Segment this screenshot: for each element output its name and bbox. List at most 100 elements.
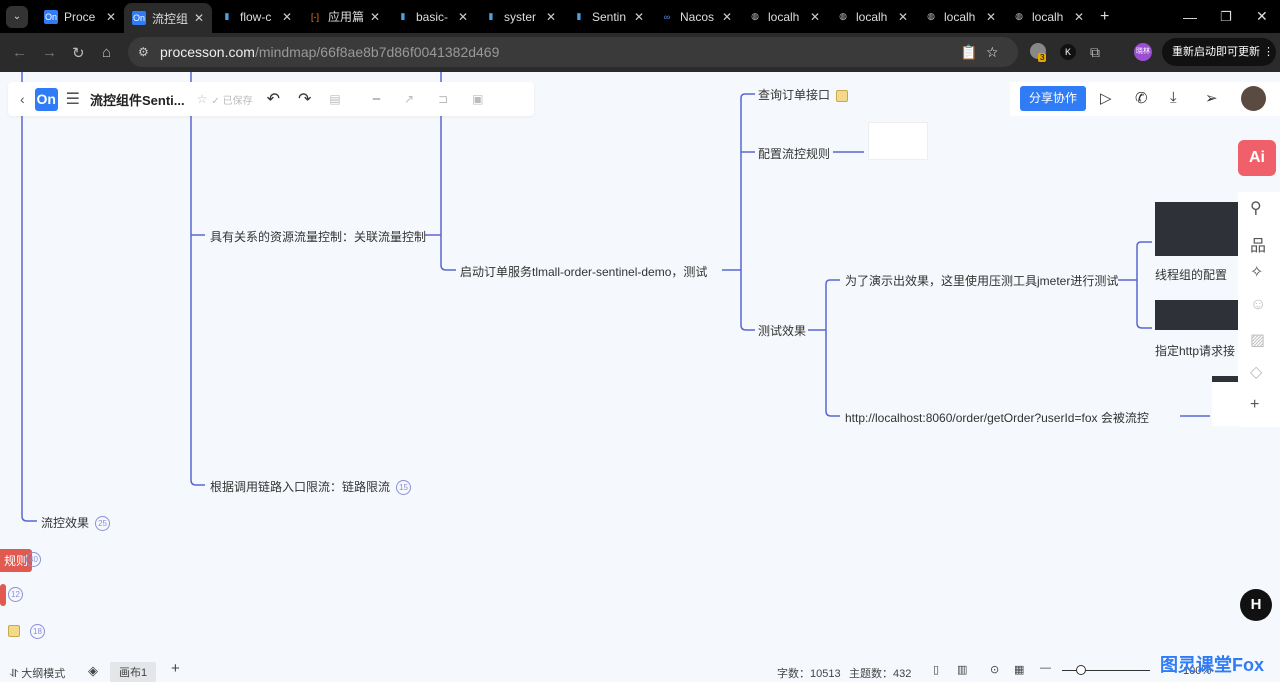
extensions-puzzle-icon[interactable]: ⧉ [1090, 44, 1100, 61]
node-localhost-url[interactable]: http://localhost:8060/order/getOrder?use… [845, 409, 1149, 426]
close-tab-icon[interactable]: ✕ [458, 10, 468, 24]
child-count-badge[interactable]: 25 [95, 516, 111, 532]
close-tab-icon[interactable]: ✕ [106, 10, 116, 24]
browser-tab[interactable]: ▮ flow-c ✕ [212, 4, 300, 30]
onmind-logo[interactable]: On [34, 87, 58, 111]
document-title[interactable]: 流控组件Senti... [90, 90, 185, 109]
layout-icon[interactable]: ▥ [957, 663, 967, 676]
format-painter-icon[interactable]: ▤ [329, 92, 340, 106]
zoom-out-button[interactable]: — [1040, 662, 1051, 674]
undo-icon[interactable]: ↶ [267, 89, 280, 109]
reload-button[interactable]: ↻ [72, 44, 85, 62]
close-tab-icon[interactable]: ✕ [634, 10, 644, 24]
node-flow-effect[interactable]: 流控效果 25 [41, 514, 111, 532]
close-window-button[interactable]: ✕ [1256, 8, 1268, 25]
browser-tab[interactable]: ▮ Sentin ✕ [564, 4, 652, 30]
star-icon[interactable]: ☆ [197, 92, 208, 106]
emoji-icon[interactable]: ☺ [1250, 296, 1266, 314]
locate-icon[interactable]: ⊙ [990, 663, 999, 676]
thread-group-screenshot[interactable] [1155, 202, 1245, 256]
ai-button[interactable]: Ai [1238, 140, 1276, 176]
add-canvas-button[interactable]: + [171, 660, 180, 677]
tag-icon[interactable]: ◇ [1250, 362, 1262, 382]
child-count-badge[interactable]: 18 [30, 624, 45, 639]
close-tab-icon[interactable]: ✕ [722, 10, 732, 24]
forward-button[interactable]: → [42, 44, 57, 61]
insert-topic-icon[interactable]: ━ [373, 92, 380, 106]
phone-icon[interactable]: ✆ [1135, 89, 1148, 107]
menu-icon[interactable]: ☰ [66, 89, 80, 109]
presentation-icon[interactable]: ▷ [1100, 89, 1112, 107]
redo-icon[interactable]: ↷ [298, 89, 311, 109]
browser-tab[interactable]: ◍ localh ✕ [916, 4, 1004, 30]
frame-icon[interactable]: ▣ [472, 92, 483, 106]
note-icon[interactable] [8, 625, 20, 637]
bookmark-star-icon[interactable]: ☆ [986, 44, 999, 61]
close-tab-icon[interactable]: ✕ [370, 10, 380, 24]
page-icon[interactable]: ▯ [933, 663, 939, 676]
node-related-resource-flow-control[interactable]: 具有关系的资源流量控制：关联流量控制 [210, 228, 426, 245]
url-input[interactable]: ⚙ processon.com/mindmap/66f8ae8b7d86f004… [128, 37, 1018, 67]
http-request-screenshot[interactable] [1155, 300, 1245, 330]
tab-search-button[interactable]: ⌄ [6, 5, 28, 28]
user-avatar[interactable] [1241, 86, 1266, 111]
mindmap-canvas[interactable]: 具有关系的资源流量控制：关联流量控制 根据调用链路入口限流：链路限流 15 流控效… [0, 72, 1280, 680]
node-http-request[interactable]: 指定http请求接 [1155, 342, 1235, 359]
node-thread-group-config[interactable]: 线程组的配置 [1155, 266, 1227, 283]
style-settings-icon[interactable]: ⚲ [1250, 198, 1262, 218]
node-config-flow-rule[interactable]: 配置流控规则 [758, 145, 830, 162]
image-icon[interactable]: ▨ [1250, 330, 1265, 350]
close-tab-icon[interactable]: ✕ [282, 10, 292, 24]
browser-tab[interactable]: ▮ syster ✕ [476, 4, 564, 30]
back-button[interactable]: ← [12, 44, 27, 61]
help-assistant-button[interactable]: H [1240, 589, 1272, 621]
zoom-slider-handle[interactable] [1076, 665, 1086, 675]
close-tab-icon[interactable]: ✕ [194, 11, 204, 25]
share-button[interactable]: 分享协作 [1020, 86, 1086, 111]
close-tab-icon[interactable]: ✕ [546, 10, 556, 24]
restore-button[interactable]: ❐ [1220, 9, 1232, 25]
map-icon[interactable]: ▦ [1014, 663, 1024, 676]
node-start-order-service[interactable]: 启动订单服务tlmall-order-sentinel-demo，测试 [460, 263, 707, 280]
close-tab-icon[interactable]: ✕ [810, 10, 820, 24]
child-count-badge[interactable]: 12 [8, 587, 23, 602]
browser-tab[interactable]: ▮ basic- ✕ [388, 4, 476, 30]
node-red-collapsed[interactable] [0, 584, 6, 606]
child-count-badge[interactable]: 15 [396, 480, 412, 496]
browser-tab[interactable]: ◍ localh ✕ [740, 4, 828, 30]
outline-mode-button[interactable]: ⥯ 大纲模式 [10, 665, 65, 681]
browser-tab[interactable]: On 流控组 ✕ [124, 3, 212, 33]
send-icon[interactable]: ➢ [1205, 89, 1218, 107]
structure-icon[interactable]: 品 [1250, 232, 1266, 256]
minimize-button[interactable]: — [1183, 9, 1197, 25]
close-tab-icon[interactable]: ✕ [986, 10, 996, 24]
close-tab-icon[interactable]: ✕ [898, 10, 908, 24]
clipboard-icon[interactable]: 📋 [960, 44, 977, 61]
download-icon[interactable]: ⤓ [1170, 89, 1177, 106]
canvas-tab[interactable]: 画布1 [110, 662, 157, 682]
browser-tab[interactable]: ∞ Nacos ✕ [652, 4, 740, 30]
add-icon[interactable]: + [1250, 396, 1259, 414]
theme-icon[interactable]: ✧ [1250, 262, 1263, 282]
site-info-icon[interactable]: ⚙ [138, 45, 149, 59]
summary-icon[interactable]: ⊐ [438, 92, 448, 106]
layers-icon[interactable]: ◈ [88, 663, 98, 679]
node-jmeter-test[interactable]: 为了演示出效果，这里使用压测工具jmeter进行测试 [845, 272, 1118, 289]
browser-tab[interactable]: ◍ localh ✕ [1004, 4, 1092, 30]
close-tab-icon[interactable]: ✕ [1074, 10, 1084, 24]
k-extension-icon[interactable]: K [1060, 44, 1076, 60]
note-icon[interactable] [836, 89, 849, 102]
child-count-badge[interactable]: 40 [26, 552, 41, 567]
browser-tab[interactable]: ◍ localh ✕ [828, 4, 916, 30]
home-button[interactable]: ⌂ [102, 44, 111, 61]
relation-line-icon[interactable]: ↗ [404, 92, 414, 106]
node-test-effect[interactable]: 测试效果 [758, 322, 806, 339]
update-button[interactable]: 重新启动即可更新 ⋮ [1162, 38, 1276, 66]
profile-avatar[interactable]: 晓林 [1134, 43, 1152, 61]
browser-tab[interactable]: On Proce ✕ [36, 4, 124, 30]
browser-tab[interactable]: [-] 应用篇 ✕ [300, 4, 388, 30]
node-chain-limit[interactable]: 根据调用链路入口限流：链路限流 15 [210, 478, 412, 496]
node-query-order-api[interactable]: 查询订单接口 [758, 86, 849, 103]
new-tab-button[interactable]: + [1100, 8, 1109, 26]
rule-screenshot-thumbnail[interactable] [868, 122, 928, 160]
